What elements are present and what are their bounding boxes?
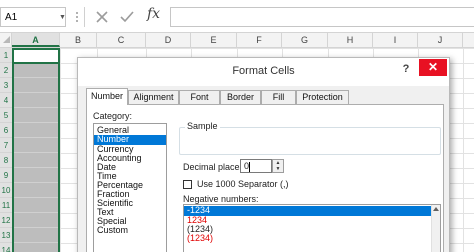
row-header[interactable]: 12 [0,213,12,228]
row-header[interactable]: 5 [0,108,12,123]
column-header-e[interactable]: E [191,33,237,47]
column-header-h[interactable]: H [328,33,373,47]
negative-number-option[interactable]: (1234) [184,234,440,243]
decimal-places-input[interactable]: 0 [240,159,272,173]
name-box[interactable]: A1 ▼ [0,7,66,27]
drag-handle-dot-icon [76,16,78,18]
column-header-i[interactable]: I [373,33,418,47]
row-header[interactable]: 9 [0,168,12,183]
row-header[interactable]: 1 [0,48,12,63]
column-header-j[interactable]: J [418,33,463,47]
category-item-custom[interactable]: Custom [94,226,166,235]
category-label: Category: [93,111,133,121]
sample-label: Sample [185,121,220,131]
row-header[interactable]: 2 [0,63,12,78]
name-box-dropdown-icon[interactable]: ▼ [59,14,66,21]
row-header[interactable]: 6 [0,123,12,138]
row-headers: 1 2 3 4 5 6 7 8 9 10 11 12 13 14 [0,48,12,252]
column-header-b[interactable]: B [60,33,97,47]
tab-protection[interactable]: Protection [296,90,349,104]
gridline [60,48,61,252]
row-header[interactable]: 7 [0,138,12,153]
use-1000-separator-label[interactable]: Use 1000 Separator (,) [197,179,289,189]
decimal-places-label: Decimal places: [183,162,247,172]
negative-numbers-list[interactable]: -1234 1234 (1234) (1234) [183,204,441,252]
spin-down-icon[interactable]: ▼ [273,166,283,172]
close-button[interactable]: ✕ [419,59,447,76]
text-caret [249,162,250,172]
sample-group [179,127,441,155]
negative-numbers-scrollbar[interactable] [431,205,440,252]
tab-fill[interactable]: Fill [261,90,296,104]
use-1000-separator-checkbox[interactable] [183,180,192,189]
cancel-x-icon[interactable] [94,9,110,25]
row-header[interactable]: 10 [0,183,12,198]
row-header[interactable]: 14 [0,243,12,252]
row-header[interactable]: 4 [0,93,12,108]
drag-handle-dot-icon [76,20,78,22]
enter-checkmark-icon[interactable] [119,9,135,25]
insert-function-icon[interactable]: fx [147,6,160,22]
negative-number-option[interactable]: -1234 [184,206,440,216]
drag-handle-dot-icon [76,12,78,14]
category-list[interactable]: General Number Currency Accounting Date … [93,123,167,252]
gridline [463,48,464,252]
negative-numbers-label: Negative numbers: [183,194,259,204]
dialog-title: Format Cells [232,65,295,77]
column-headers: A B C D E F G H I J [0,33,474,48]
select-all-triangle-icon [3,36,10,43]
formula-bar: A1 ▼ fx [0,0,474,33]
tab-font[interactable]: Font [179,90,220,104]
row-header[interactable]: 3 [0,78,12,93]
number-tab-panel: Category: General Number Currency Accoun… [86,104,444,252]
tab-alignment[interactable]: Alignment [128,90,179,104]
format-cells-dialog: Format Cells ? ✕ Number Alignment Font B… [77,57,450,252]
formula-input[interactable] [170,7,474,27]
column-header-c[interactable]: C [97,33,146,47]
scroll-up-arrow-icon[interactable] [433,207,439,211]
negative-number-option[interactable]: 1234 [184,216,440,225]
select-all-corner[interactable] [0,33,12,47]
column-header-d[interactable]: D [146,33,191,47]
row-header[interactable]: 13 [0,228,12,243]
dialog-titlebar[interactable]: Format Cells ? ✕ [78,58,449,86]
column-header-f[interactable]: F [237,33,282,47]
negative-number-option[interactable]: (1234) [184,225,440,234]
decimal-places-spinner[interactable]: ▲ ▼ [272,159,284,173]
selection-border [12,48,60,252]
tab-border[interactable]: Border [220,90,261,104]
row-header[interactable]: 8 [0,153,12,168]
column-header-a[interactable]: A [12,33,60,47]
help-button[interactable]: ? [399,62,413,76]
name-box-value: A1 [5,12,18,23]
row-header[interactable]: 11 [0,198,12,213]
column-header-g[interactable]: G [282,33,328,47]
tab-number[interactable]: Number [86,88,128,105]
